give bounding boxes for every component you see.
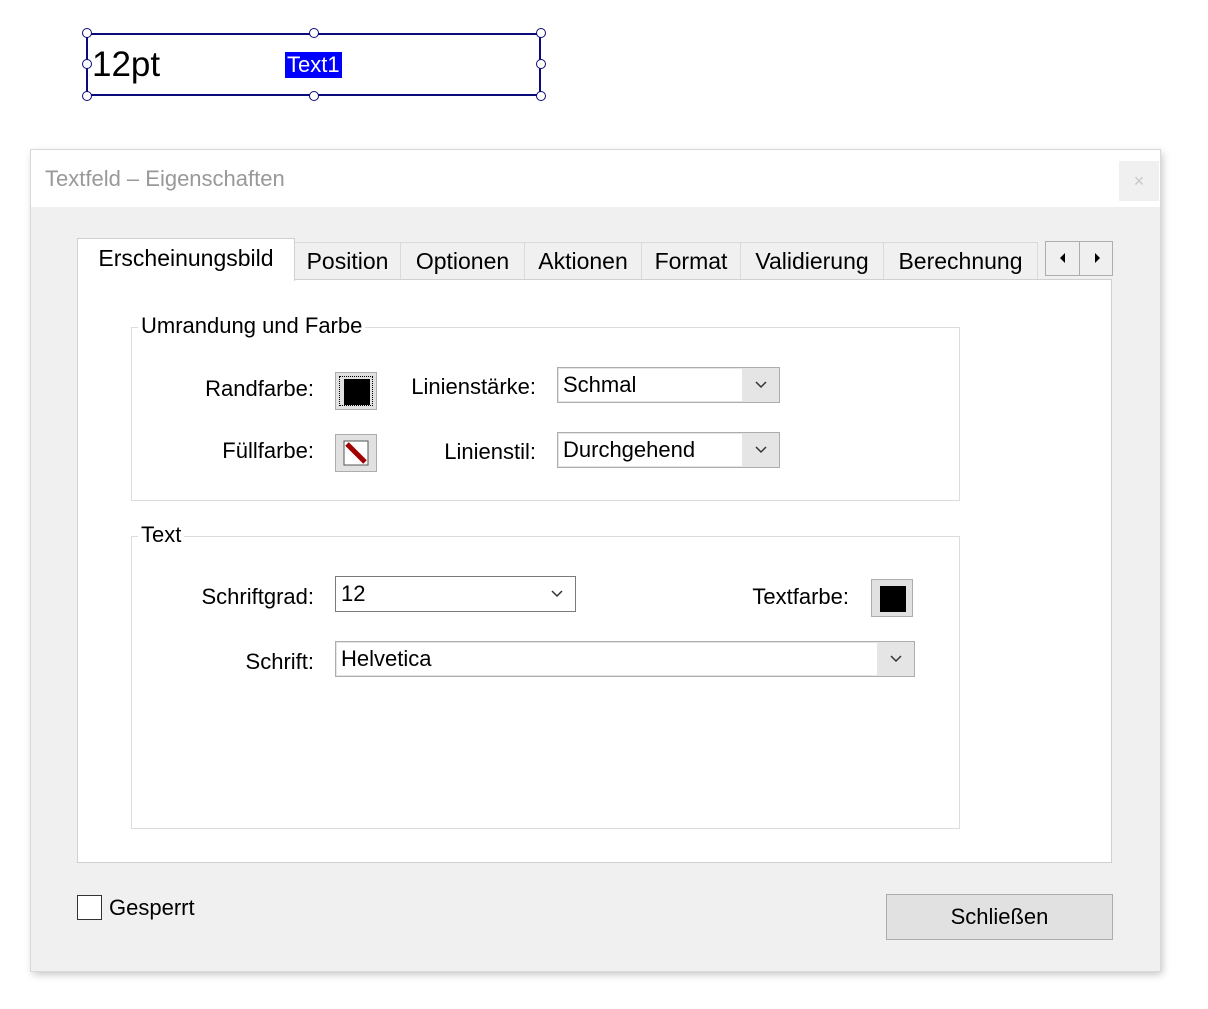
field-name-label: Text1 xyxy=(285,52,342,78)
chevron-down-icon xyxy=(551,590,563,598)
resize-handle-bottom-middle[interactable] xyxy=(309,91,319,101)
font-value: Helvetica xyxy=(341,646,432,671)
line-style-value: Durchgehend xyxy=(563,437,696,462)
tab-format[interactable]: Format xyxy=(642,242,741,279)
tab-validation[interactable]: Validierung xyxy=(741,242,884,279)
text-color-swatch[interactable] xyxy=(871,579,913,617)
tab-position[interactable]: Position xyxy=(295,242,401,279)
font-size-label: Schriftgrad: xyxy=(201,584,315,609)
border-color-group: Umrandung und Farbe Randfarbe: Linienstä… xyxy=(131,312,960,501)
border-color-fill xyxy=(344,379,370,405)
tab-panel-appearance: Umrandung und Farbe Randfarbe: Linienstä… xyxy=(77,279,1112,863)
fill-color-label: Füllfarbe: xyxy=(222,438,314,463)
resize-handle-middle-left[interactable] xyxy=(82,59,92,69)
resize-handle-top-middle[interactable] xyxy=(309,28,319,38)
dialog-title: Textfeld – Eigenschaften xyxy=(45,166,285,191)
tab-scroll-left-icon[interactable] xyxy=(1046,242,1080,275)
tab-calculation[interactable]: Berechnung xyxy=(884,242,1038,279)
border-color-label: Randfarbe: xyxy=(205,376,314,401)
text-group-title: Text xyxy=(138,521,185,549)
tab-scroll-right-icon[interactable] xyxy=(1080,242,1113,275)
border-color-group-title: Umrandung und Farbe xyxy=(138,312,366,340)
resize-handle-bottom-left[interactable] xyxy=(82,91,92,101)
dialog-titlebar[interactable]: Textfeld – Eigenschaften × xyxy=(31,150,1160,207)
resize-handle-top-right[interactable] xyxy=(536,28,546,38)
font-label: Schrift: xyxy=(245,649,314,674)
line-width-label: Linienstärke: xyxy=(411,374,536,399)
locked-label[interactable]: Gesperrt xyxy=(109,894,195,922)
text-group: Text Schriftgrad: 12 Textfarbe: Schrift:… xyxy=(131,521,960,829)
no-color-icon xyxy=(343,440,369,466)
properties-dialog: Textfeld – Eigenschaften × Erscheinungsb… xyxy=(31,150,1160,971)
font-size-value: 12 xyxy=(341,581,366,606)
text-color-fill xyxy=(880,586,906,612)
line-width-select[interactable]: Schmal xyxy=(557,367,780,403)
text-field-widget[interactable]: 12pt Text1 xyxy=(86,33,541,96)
tab-appearance[interactable]: Erscheinungsbild xyxy=(77,238,295,281)
line-style-select[interactable]: Durchgehend xyxy=(557,432,780,468)
chevron-down-icon xyxy=(755,381,767,389)
close-button[interactable]: Schließen xyxy=(886,894,1113,940)
close-icon[interactable]: × xyxy=(1119,161,1159,201)
line-style-label: Linienstil: xyxy=(444,439,536,464)
field-font-size-label: 12pt xyxy=(92,45,161,84)
resize-handle-middle-right[interactable] xyxy=(536,59,546,69)
tab-options[interactable]: Optionen xyxy=(401,242,525,279)
resize-handle-bottom-right[interactable] xyxy=(536,91,546,101)
resize-handle-top-left[interactable] xyxy=(82,28,92,38)
font-select[interactable]: Helvetica xyxy=(335,641,915,677)
chevron-down-icon xyxy=(890,655,902,663)
border-color-swatch[interactable] xyxy=(335,372,377,410)
locked-checkbox[interactable] xyxy=(77,895,102,920)
line-width-value: Schmal xyxy=(563,372,637,397)
chevron-down-icon xyxy=(755,446,767,454)
tab-actions[interactable]: Aktionen xyxy=(525,242,642,279)
text-color-label: Textfarbe: xyxy=(752,584,849,609)
tab-scroll-buttons xyxy=(1045,241,1113,276)
fill-color-swatch[interactable] xyxy=(335,434,377,472)
font-size-select[interactable]: 12 xyxy=(335,576,576,612)
